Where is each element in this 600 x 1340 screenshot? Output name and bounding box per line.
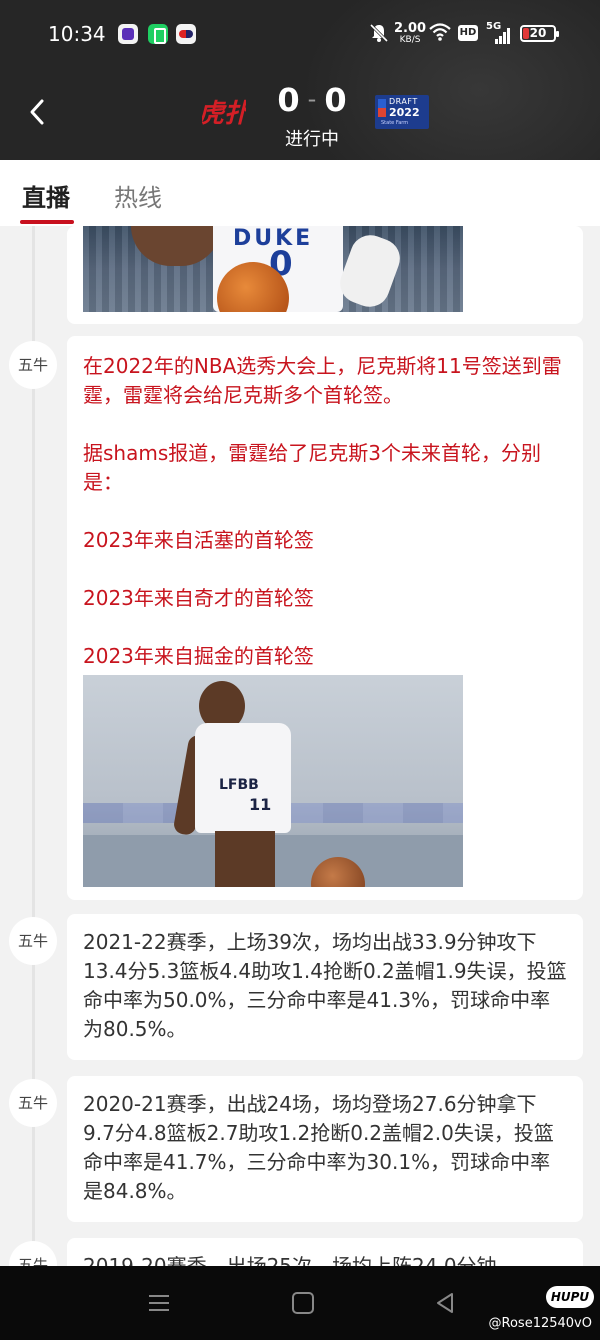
draft-logo-line2: 2022	[389, 106, 420, 119]
score-separator: -	[307, 85, 317, 113]
feed-paragraph: 据shams报道，雷霆给了尼克斯3个未来首轮，分别是：	[83, 441, 541, 494]
score-line: 0-0	[262, 78, 362, 125]
feed-paragraph: 2023年来自活塞的首轮签	[83, 528, 314, 552]
wifi-icon	[429, 23, 451, 41]
svg-text:虎扑: 虎扑	[202, 99, 246, 129]
battery-saver-app-icon	[148, 24, 168, 44]
hupu-logo: 虎扑	[202, 99, 246, 129]
recent-apps-icon[interactable]	[148, 1294, 170, 1312]
photo-jersey-number: 11	[249, 795, 272, 814]
duke-player-photo: DUKE 0	[83, 226, 463, 312]
tab-live[interactable]: 直播	[22, 178, 70, 213]
home-icon[interactable]	[292, 1292, 314, 1314]
tab-hotline[interactable]: 热线	[114, 178, 162, 213]
feed-card-text: 2021-22赛季，上场39次，场均出战33.9分钟攻下13.4分5.3篮板4.…	[83, 930, 567, 1041]
author-avatar[interactable]: 五牛	[9, 341, 57, 389]
active-tab-indicator	[20, 220, 74, 224]
author-avatar[interactable]: 五牛	[9, 1079, 57, 1127]
draft-logo-line1: DRAFT	[389, 97, 418, 106]
scoreboard: 0-0 进行中	[262, 78, 362, 151]
score-right: 0	[324, 81, 347, 119]
back-triangle-icon[interactable]	[434, 1292, 456, 1314]
user-watermark: @Rose12540vO	[488, 1316, 592, 1331]
hd-badge: HD	[458, 25, 478, 41]
feed-card: 2019-20赛季，出场25次，场均上阵24.0分钟	[67, 1238, 583, 1266]
network-speed-unit: KB/S	[399, 35, 421, 45]
feed-card: 2020-21赛季，出战24场，场均登场27.6分钟拿下9.7分4.8篮板2.7…	[67, 1076, 583, 1222]
tab-bar: 直播 热线	[0, 160, 600, 226]
feed-card-text: 2020-21赛季，出战24场，场均登场27.6分钟拿下9.7分4.8篮板2.7…	[83, 1092, 554, 1203]
battery-icon: 20	[520, 25, 559, 42]
mute-bell-icon	[369, 23, 389, 43]
network-speed-value: 2.00	[394, 21, 427, 36]
score-left: 0	[277, 81, 300, 119]
nba-draft-logo: DRAFT 2022 State Farm	[375, 95, 429, 129]
app-header: 10:34 2.00 KB/S HD 5G 20 0 - 0 进行中 DRAFT…	[0, 0, 600, 160]
system-nav-bar: HUPU @Rose12540vO	[0, 1266, 600, 1340]
photo-jersey-text: LFBB	[219, 777, 259, 793]
status-time: 10:34	[48, 22, 106, 46]
battery-level: 20	[529, 26, 547, 40]
status-bar: 10:34 2.00 KB/S HD 5G 20	[0, 0, 600, 68]
signal-icon: 5G	[486, 21, 512, 44]
game-status: 进行中	[285, 129, 339, 150]
nba-logo-icon	[378, 99, 386, 117]
feed-paragraph: 2023年来自奇才的首轮签	[83, 586, 314, 610]
network-speed: 2.00 KB/S	[394, 22, 426, 45]
feed-card: 在2022年的NBA选秀大会上，尼克斯将11号签送到雷霆，雷霆将会给尼克斯多个首…	[67, 336, 583, 900]
notification-app-icon-2	[176, 24, 196, 44]
feed-card: 2021-22赛季，上场39次，场均出战33.9分钟攻下13.4分5.3篮板4.…	[67, 914, 583, 1060]
feed-card-image: DUKE 0	[67, 226, 583, 324]
feed-paragraph: 2023年来自掘金的首轮签	[83, 644, 314, 668]
author-avatar[interactable]: 五牛	[9, 917, 57, 965]
back-button[interactable]	[22, 96, 54, 128]
feed-card-text: 2019-20赛季，出场25次，场均上阵24.0分钟	[83, 1254, 497, 1266]
player-photo[interactable]: LFBB 11	[83, 675, 463, 887]
notification-app-icon	[118, 24, 138, 44]
live-feed[interactable]: DUKE 0 五牛 在2022年的NBA选秀大会上，尼克斯将11号签送到雷霆，雷…	[0, 226, 600, 1266]
author-avatar[interactable]: 五牛	[9, 1241, 57, 1266]
draft-logo-line3: State Farm	[381, 120, 409, 126]
hupu-watermark-logo: HUPU	[546, 1286, 594, 1308]
feed-card-text: 在2022年的NBA选秀大会上，尼克斯将11号签送到雷霆，雷霆将会给尼克斯多个首…	[83, 352, 567, 671]
feed-paragraph: 在2022年的NBA选秀大会上，尼克斯将11号签送到雷霆，雷霆将会给尼克斯多个首…	[83, 354, 562, 407]
